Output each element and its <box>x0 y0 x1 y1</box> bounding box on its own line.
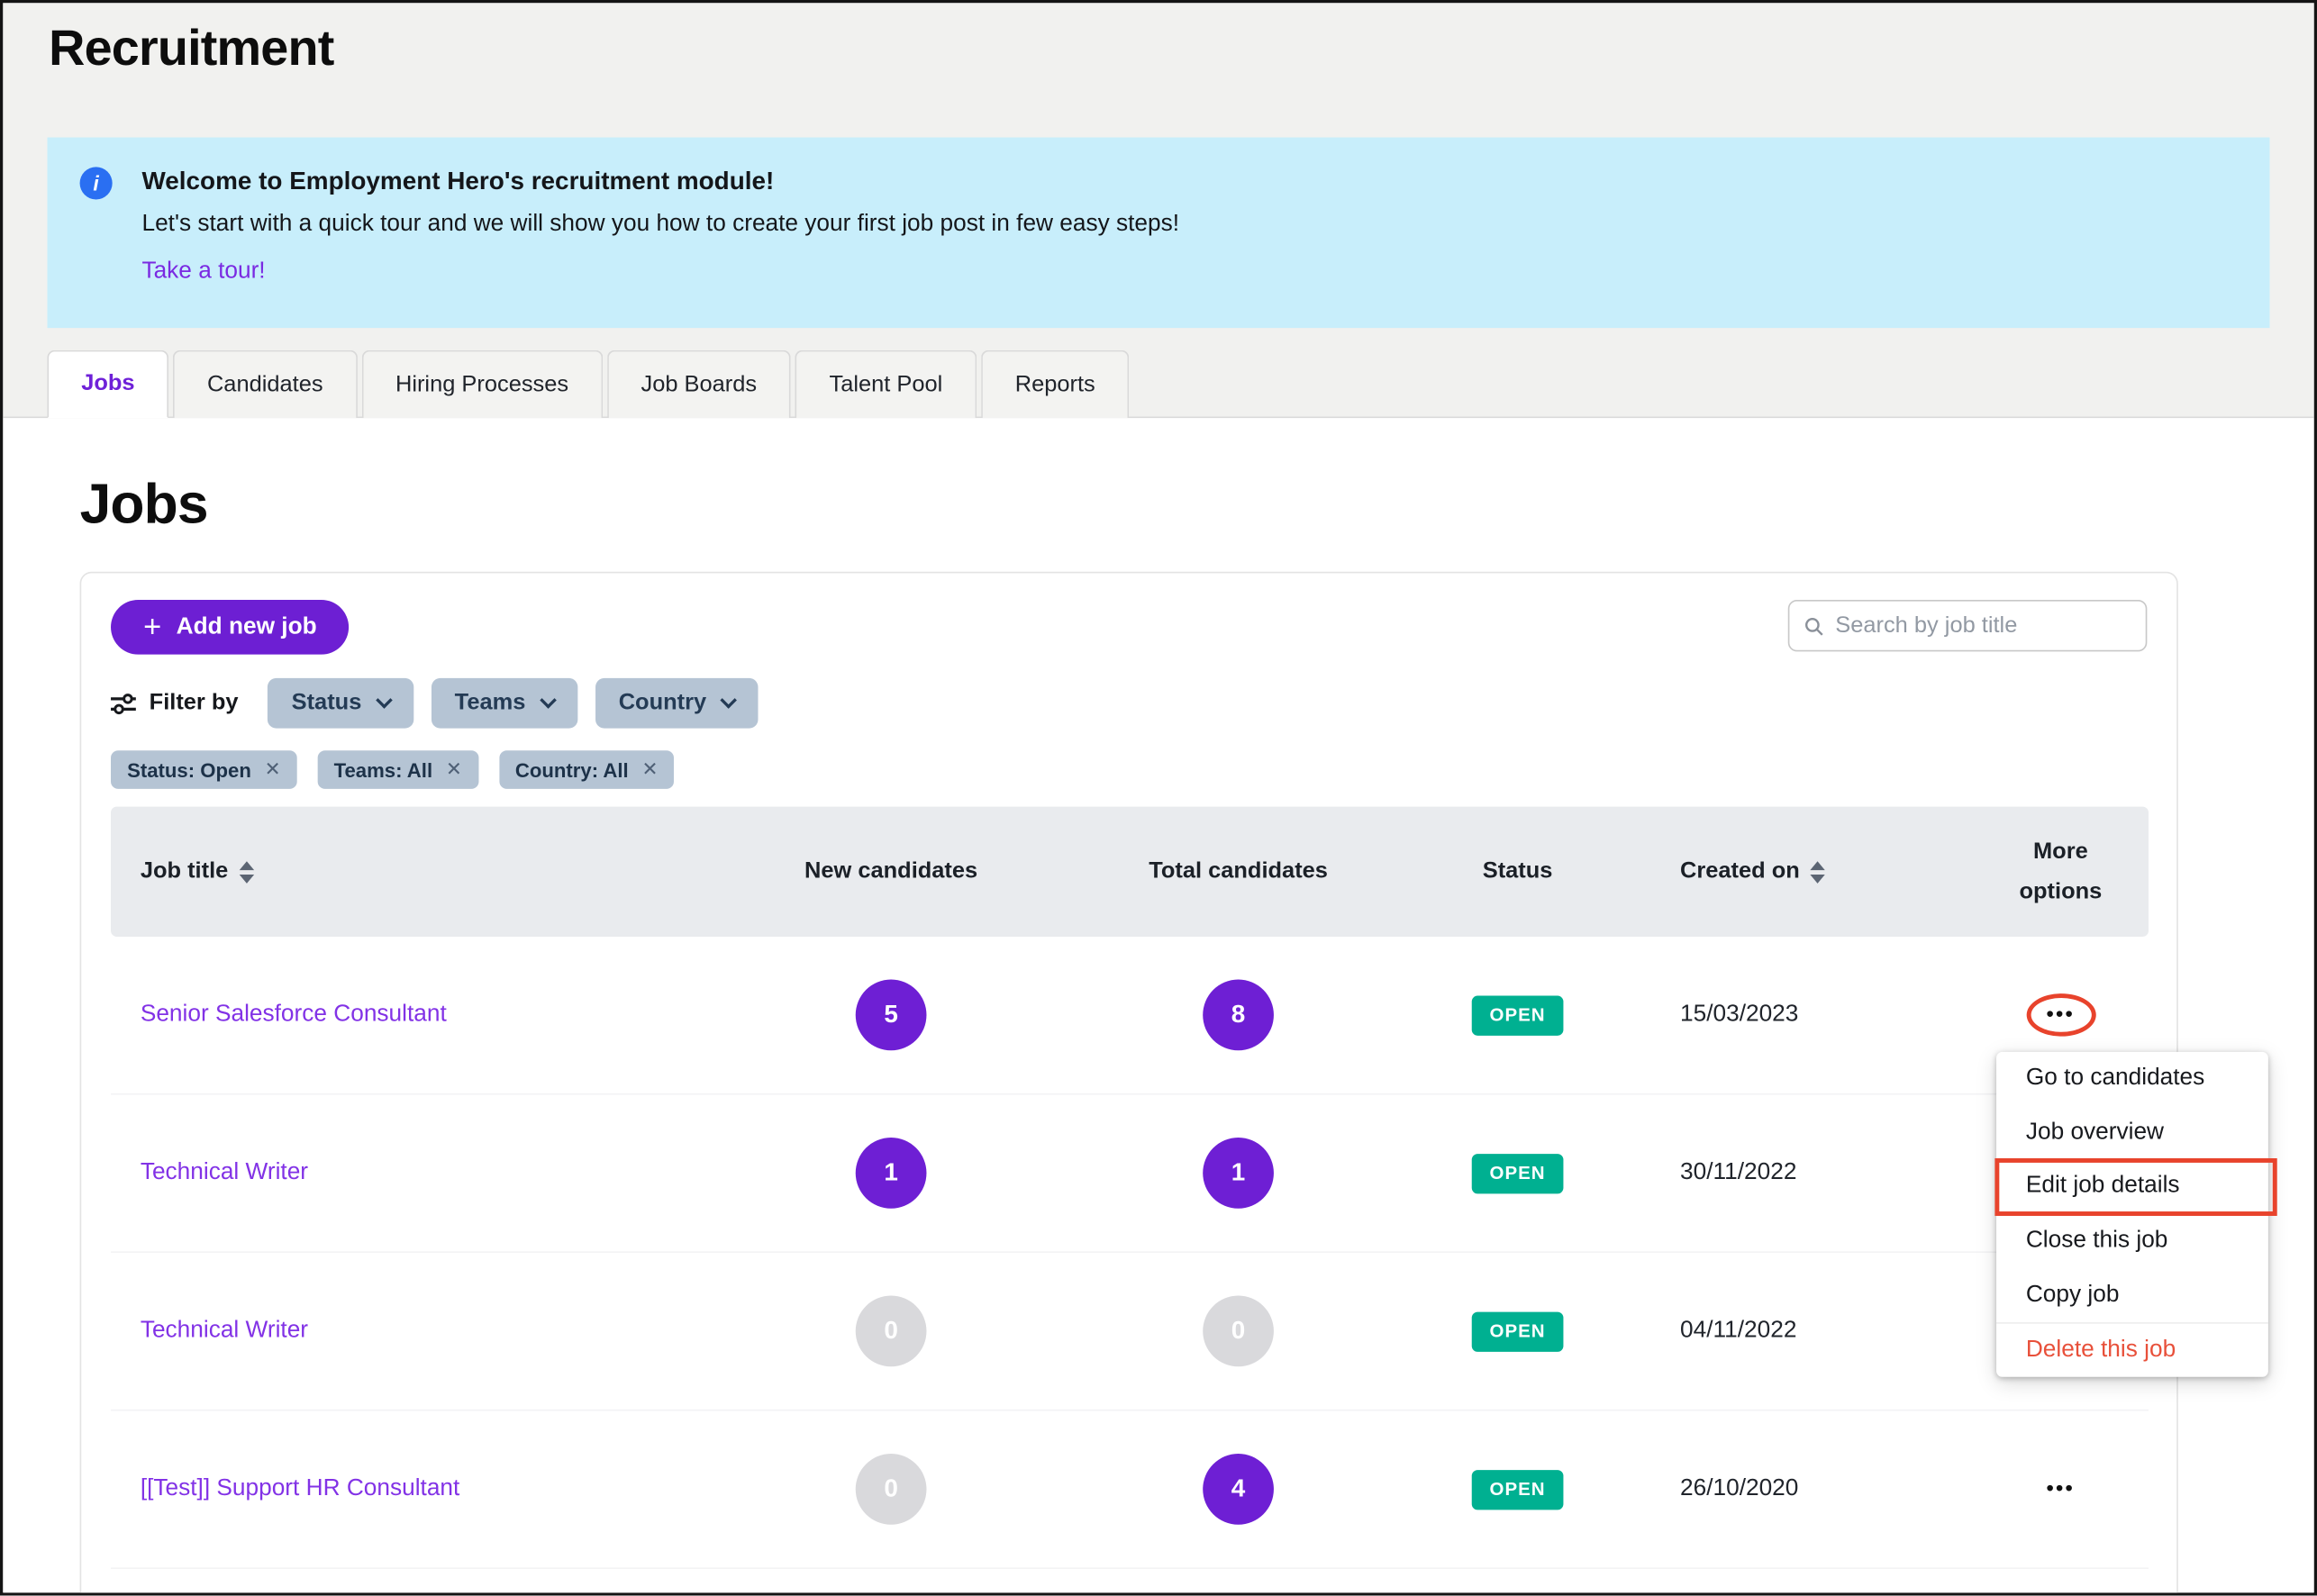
created-on-date: 04/11/2022 <box>1595 1318 1973 1345</box>
tab-reports[interactable]: Reports <box>981 350 1129 418</box>
new-candidates-count: 1 <box>856 1138 927 1209</box>
jobs-section-title: Jobs <box>3 418 2313 538</box>
table-header-row: Job title New candidates Total candidate… <box>111 807 2149 937</box>
created-on-date: 26/10/2020 <box>1595 1476 1973 1503</box>
header-total-candidates: Total candidates <box>1036 858 1440 885</box>
tab-talent-pool[interactable]: Talent Pool <box>795 350 977 418</box>
remove-chip-icon[interactable]: ✕ <box>446 757 462 781</box>
chip-status-open: Status: Open ✕ <box>111 750 297 789</box>
sort-icon <box>1810 860 1824 883</box>
banner-body: Let's start with a quick tour and we wil… <box>141 212 2234 239</box>
new-candidates-count: 0 <box>856 1296 927 1367</box>
tab-hiring-processes[interactable]: Hiring Processes <box>361 350 603 418</box>
more-options-button[interactable]: ••• <box>2047 1002 2076 1025</box>
plus-icon: + <box>143 612 161 642</box>
menu-item-delete-this-job[interactable]: Delete this job <box>1996 1322 2268 1376</box>
total-candidates-count: 8 <box>1203 980 1274 1051</box>
new-candidates-count: 0 <box>856 1454 927 1525</box>
filter-by-label: Filter by <box>111 690 239 717</box>
info-icon: i <box>80 167 113 199</box>
header-status: Status <box>1440 858 1595 885</box>
more-options-menu: Go to candidates Job overview Edit job d… <box>1996 1052 2268 1376</box>
add-new-job-button[interactable]: + Add new job <box>111 600 350 655</box>
recruitment-page: Recruitment i Welcome to Employment Hero… <box>0 0 2317 1596</box>
table-row: Senior Salesforce Consultant 5 8 OPEN 15… <box>111 937 2149 1095</box>
more-options-button[interactable]: ••• <box>2047 1476 2076 1500</box>
created-on-date: 15/03/2023 <box>1595 1002 1973 1029</box>
total-candidates-count: 0 <box>1203 1296 1274 1367</box>
table-row: Technical Writer 1 1 OPEN 30/11/2022 ••• <box>111 1094 2149 1253</box>
header-created-on[interactable]: Created on <box>1595 858 1973 885</box>
tab-candidates[interactable]: Candidates <box>173 350 357 418</box>
filter-icon <box>111 692 136 714</box>
chevron-down-icon <box>720 692 737 709</box>
menu-item-go-to-candidates[interactable]: Go to candidates <box>1996 1052 2268 1106</box>
search-input[interactable] <box>1835 612 2131 639</box>
remove-chip-icon[interactable]: ✕ <box>265 757 281 781</box>
job-title-link[interactable]: Senior Salesforce Consultant <box>111 1002 746 1029</box>
job-title-link[interactable]: Technical Writer <box>111 1160 746 1187</box>
take-a-tour-link[interactable]: Take a tour! <box>141 258 265 286</box>
total-candidates-count: 1 <box>1203 1138 1274 1209</box>
menu-item-job-overview[interactable]: Job overview <box>1996 1106 2268 1160</box>
job-title-link[interactable]: Technical Writer <box>111 1318 746 1345</box>
jobs-section: Jobs + Add new job <box>3 418 2313 1596</box>
page-header-region: Recruitment i Welcome to Employment Hero… <box>3 3 2313 418</box>
add-new-job-label: Add new job <box>177 614 317 641</box>
status-badge: OPEN <box>1472 995 1564 1035</box>
header-job-title[interactable]: Job title <box>111 858 746 885</box>
chip-country-all: Country: All ✕ <box>499 750 675 789</box>
table-row: [[Test]] Support HR Consultant 0 4 OPEN … <box>111 1410 2149 1569</box>
remove-chip-icon[interactable]: ✕ <box>641 757 658 781</box>
status-badge: OPEN <box>1472 1153 1564 1192</box>
country-filter-dropdown[interactable]: Country <box>595 678 758 729</box>
menu-item-close-this-job[interactable]: Close this job <box>1996 1214 2268 1268</box>
teams-filter-dropdown[interactable]: Teams <box>431 678 577 729</box>
filter-row: Filter by Status Teams Country <box>81 655 2176 729</box>
status-badge: OPEN <box>1472 1469 1564 1509</box>
search-icon <box>1804 614 1823 638</box>
page-title: Recruitment <box>3 3 2313 78</box>
banner-title: Welcome to Employment Hero's recruitment… <box>141 167 2234 196</box>
job-title-link[interactable]: [[Test]] Support HR Consultant <box>111 1476 746 1503</box>
job-search-box[interactable] <box>1788 600 2148 651</box>
sort-icon <box>240 860 254 883</box>
jobs-table: Job title New candidates Total candidate… <box>111 807 2149 1569</box>
created-on-date: 30/11/2022 <box>1595 1160 1973 1187</box>
tab-jobs[interactable]: Jobs <box>47 350 168 418</box>
header-new-candidates: New candidates <box>746 858 1035 885</box>
total-candidates-count: 4 <box>1203 1454 1274 1525</box>
status-filter-dropdown[interactable]: Status <box>268 678 413 729</box>
new-candidates-count: 5 <box>856 980 927 1051</box>
tab-job-boards[interactable]: Job Boards <box>607 350 791 418</box>
chip-teams-all: Teams: All ✕ <box>318 750 478 789</box>
menu-item-edit-job-details[interactable]: Edit job details <box>1996 1160 2268 1214</box>
active-filter-chips: Status: Open ✕ Teams: All ✕ Country: All… <box>81 729 2176 789</box>
header-more-options: More options <box>1973 831 2149 911</box>
menu-item-copy-job[interactable]: Copy job <box>1996 1268 2268 1322</box>
welcome-banner: i Welcome to Employment Hero's recruitme… <box>47 138 2269 329</box>
chevron-down-icon <box>540 692 557 709</box>
status-badge: OPEN <box>1472 1311 1564 1351</box>
module-tabs: Jobs Candidates Hiring Processes Job Boa… <box>3 350 2313 418</box>
jobs-card: + Add new job <box>80 572 2178 1596</box>
chevron-down-icon <box>376 692 393 709</box>
table-row: Technical Writer 0 0 OPEN 04/11/2022 ••• <box>111 1253 2149 1411</box>
